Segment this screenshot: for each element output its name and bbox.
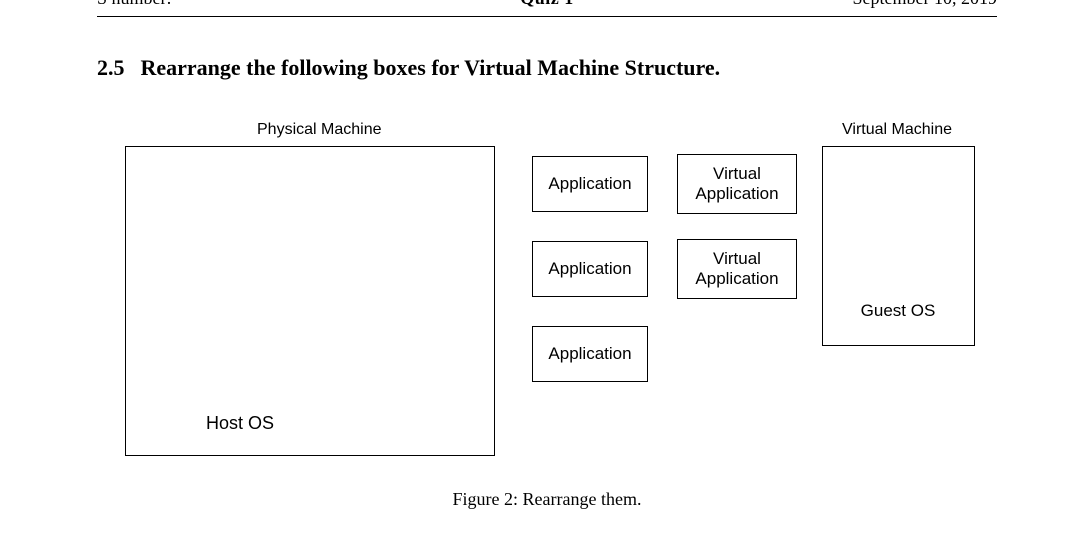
section-heading: 2.5 Rearrange the following boxes for Vir…	[97, 55, 997, 81]
application-box-3[interactable]: Application	[532, 326, 648, 382]
header-row: S number: Quiz 1 September 10, 2019	[97, 0, 997, 17]
virtual-application-box-1[interactable]: Virtual Application	[677, 154, 797, 214]
application-box-2[interactable]: Application	[532, 241, 648, 297]
figure-area: Physical Machine Virtual Machine Host OS…	[97, 121, 997, 481]
virtual-machine-box[interactable]: Guest OS	[822, 146, 975, 346]
virtual-application-box-2[interactable]: Virtual Application	[677, 239, 797, 299]
application-box-1[interactable]: Application	[532, 156, 648, 212]
header-left: S number:	[97, 0, 172, 9]
header-center: Quiz 1	[520, 0, 574, 9]
label-physical-machine: Physical Machine	[257, 121, 382, 139]
guest-os-label[interactable]: Guest OS	[836, 291, 960, 331]
physical-machine-box[interactable]: Host OS	[125, 146, 495, 456]
section-title-text: Rearrange the following boxes for Virtua…	[141, 55, 721, 80]
host-os-label[interactable]: Host OS	[206, 413, 274, 435]
header-right: September 10, 2019	[853, 0, 997, 9]
section-number: 2.5	[97, 55, 125, 80]
label-virtual-machine: Virtual Machine	[842, 121, 952, 139]
figure-caption: Figure 2: Rearrange them.	[97, 489, 997, 510]
